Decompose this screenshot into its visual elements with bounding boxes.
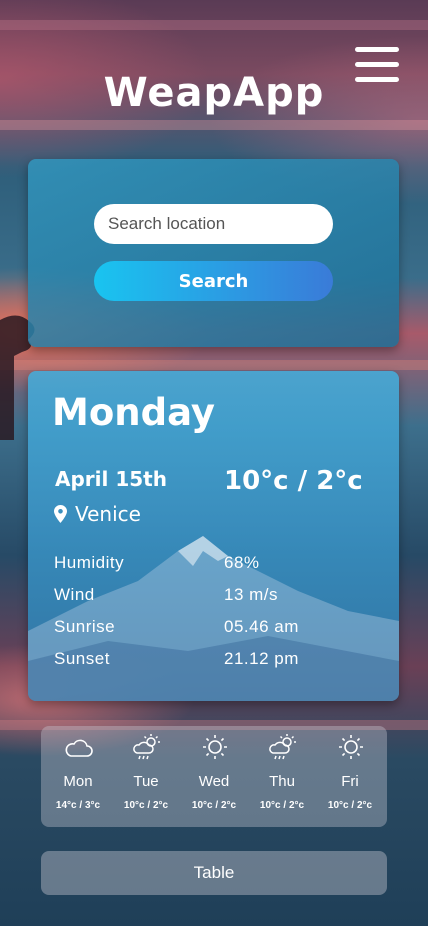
current-temperature: 10°c / 2°c xyxy=(224,466,363,496)
background-stripe xyxy=(0,360,428,370)
mountain-illustration xyxy=(28,536,399,701)
forecast-day-name: Tue xyxy=(133,773,159,790)
sun-icon xyxy=(203,735,227,759)
app-logo: WeapApp xyxy=(103,70,325,116)
location-name: Venice xyxy=(75,502,141,526)
forecast-day-name: Mon xyxy=(63,773,93,790)
search-input[interactable] xyxy=(94,204,333,244)
forecast-temp: 10°c / 2°c xyxy=(259,800,305,811)
forecast-day-tue[interactable]: Tue 10°c / 2°c xyxy=(112,726,180,827)
location-pin-icon xyxy=(54,505,67,523)
cloud-icon xyxy=(65,739,93,757)
forecast-temp: 10°c / 2°c xyxy=(327,800,373,811)
detail-label: Sunrise xyxy=(54,617,116,636)
detail-row-wind: Wind 13 m/s xyxy=(54,585,278,605)
forecast-temp: 14°c / 3°c xyxy=(55,800,101,811)
detail-value: 13 m/s xyxy=(224,585,279,604)
search-button[interactable]: Search xyxy=(94,261,333,301)
detail-value: 68% xyxy=(224,553,260,572)
location: Venice xyxy=(54,502,141,526)
forecast-temp: 10°c / 2°c xyxy=(191,800,237,811)
forecast-day-name: Wed xyxy=(198,773,230,790)
forecast-day-thu[interactable]: Thu 10°c / 2°c xyxy=(248,726,316,827)
detail-label: Sunset xyxy=(54,649,110,668)
background-stripe xyxy=(0,120,428,130)
forecast-day-name: Thu xyxy=(269,773,295,790)
search-card: Search xyxy=(28,159,399,347)
detail-label: Humidity xyxy=(54,553,125,572)
detail-row-sunrise: Sunrise 05.46 am xyxy=(54,617,298,637)
detail-value: 05.46 am xyxy=(224,617,299,636)
table-button[interactable]: Table xyxy=(41,851,387,895)
forecast-day-mon[interactable]: Mon 14°c / 3°c xyxy=(44,726,112,827)
forecast-day-wed[interactable]: Wed 10°c / 2°c xyxy=(180,726,248,827)
current-weather-card: Monday April 15th 10°c / 2°c Venice Humi… xyxy=(28,371,399,701)
sun-icon xyxy=(339,735,363,759)
forecast-temp: 10°c / 2°c xyxy=(123,800,169,811)
sun-cloud-rain-icon xyxy=(269,734,296,760)
detail-label: Wind xyxy=(54,585,95,604)
forecast-strip: Mon 14°c / 3°c Tue 10°c / 2°c Wed 10°c /… xyxy=(41,726,387,827)
detail-value: 21.12 pm xyxy=(224,649,299,668)
current-date: April 15th xyxy=(55,467,167,491)
forecast-day-fri[interactable]: Fri 10°c / 2°c xyxy=(316,726,384,827)
background-stripe xyxy=(0,20,428,30)
detail-row-sunset: Sunset 21.12 pm xyxy=(54,649,298,669)
sun-cloud-rain-icon xyxy=(133,734,160,760)
day-title: Monday xyxy=(52,391,216,434)
detail-row-humidity: Humidity 68% xyxy=(54,553,259,573)
forecast-day-name: Fri xyxy=(341,773,359,790)
